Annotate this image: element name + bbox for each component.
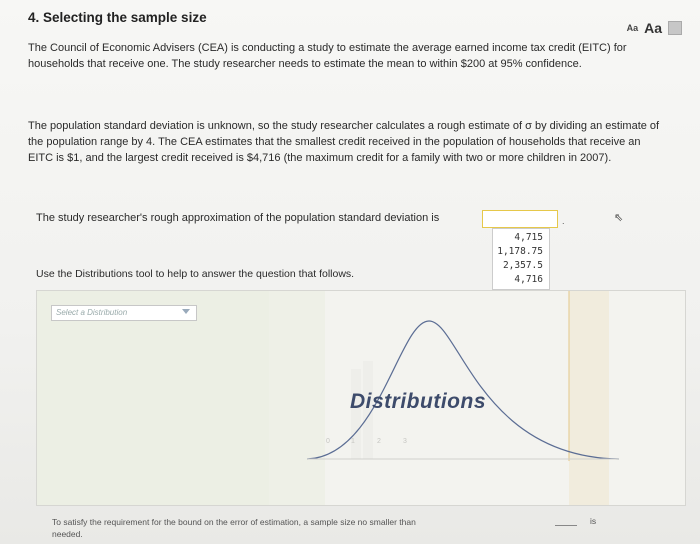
mouse-cursor-icon: ⇖: [614, 212, 624, 224]
sample-size-statement: To satisfy the requirement for the bound…: [52, 516, 552, 540]
sample-size-text: To satisfy the requirement for the bound…: [52, 517, 416, 527]
option-2357-5[interactable]: 2,357.5: [495, 259, 543, 273]
footer-is-word: is: [590, 516, 597, 526]
answer-dropdown[interactable]: [482, 210, 558, 228]
right-shade: [569, 291, 609, 505]
axis-tick-1: 1: [351, 438, 355, 445]
text-size-small-button[interactable]: Aa: [627, 23, 639, 33]
axis-tick-2: 2: [377, 438, 381, 445]
page: 4. Selecting the sample size Aa Aa The C…: [0, 0, 700, 544]
book-icon[interactable]: [668, 21, 682, 35]
sigma-paragraph: The population standard deviation is unk…: [28, 120, 660, 164]
answer-options-list: 4,715 1,178.75 2,357.5 4,716: [492, 228, 550, 290]
select-distribution-label: Select a Distribution: [56, 308, 128, 317]
chevron-down-icon: [182, 309, 190, 314]
sample-size-answer-blank[interactable]: [555, 525, 577, 526]
ghost-bar-1: [351, 369, 361, 459]
text-size-controls: Aa Aa: [627, 20, 682, 36]
tool-left-pane: Select a Distribution: [37, 291, 269, 505]
question-text: The study researcher's rough approximati…: [36, 212, 440, 224]
axis-tick-3: 3: [403, 438, 407, 445]
question-period: .: [562, 216, 565, 226]
distributions-label: Distributions: [350, 390, 486, 413]
sample-size-text-end: needed.: [52, 529, 83, 539]
left-shade: [269, 291, 325, 505]
axis-tick-0: 0: [326, 438, 330, 445]
intro-paragraph: The Council of Economic Advisers (CEA) i…: [28, 42, 627, 70]
text-size-large-button[interactable]: Aa: [644, 20, 662, 36]
option-4715[interactable]: 4,715: [495, 231, 543, 245]
option-1178-75[interactable]: 1,178.75: [495, 245, 543, 259]
select-distribution-dropdown[interactable]: Select a Distribution: [51, 305, 197, 321]
tool-instruction: Use the Distributions tool to help to an…: [36, 268, 355, 280]
page-title: 4. Selecting the sample size: [28, 10, 207, 25]
option-4716[interactable]: 4,716: [495, 273, 543, 287]
